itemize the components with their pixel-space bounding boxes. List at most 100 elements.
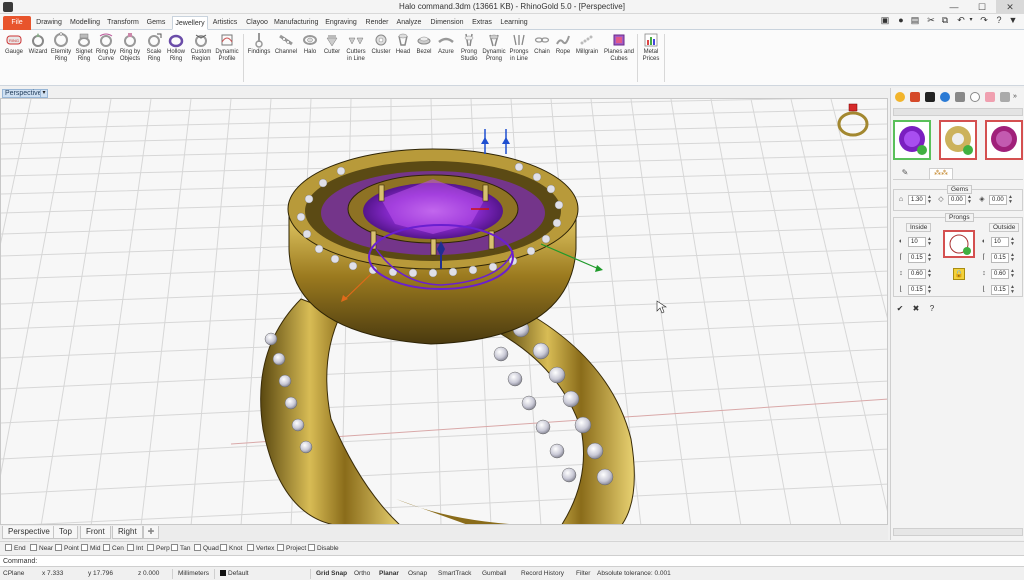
gem-offset-field[interactable]: 0.00 xyxy=(989,195,1007,205)
ring-by-curve-button[interactable]: Ring by Curve xyxy=(95,32,117,63)
osnap-quad[interactable]: Quad xyxy=(194,544,219,552)
outside-prong-count-field[interactable]: 10 xyxy=(991,237,1009,247)
osnap-toggle[interactable]: Osnap xyxy=(408,570,427,577)
gem-preset-thumbnail-3[interactable] xyxy=(985,120,1023,160)
smarttrack-toggle[interactable]: SmartTrack xyxy=(438,570,471,577)
tab-analyze[interactable]: Analyze xyxy=(394,16,424,30)
gem-height-spinner[interactable]: ▲ ▼ xyxy=(967,195,972,205)
cutter-button[interactable]: Cutter xyxy=(321,32,343,56)
tab-manufacturing[interactable]: Manufacturing xyxy=(274,16,318,30)
tab-jewellery[interactable]: Jewellery xyxy=(172,16,208,30)
panel-scrollbar[interactable] xyxy=(893,528,1023,536)
panel-icon[interactable] xyxy=(985,92,995,102)
tab-clayoo[interactable]: Clayoo xyxy=(243,16,271,30)
dynamic-prong-button[interactable]: Dynamic Prong xyxy=(481,32,507,63)
cancel-x-icon[interactable]: ✖ xyxy=(911,304,921,314)
tab-learning[interactable]: Learning xyxy=(497,16,531,30)
dynamic-profile-button[interactable]: Dynamic Profile xyxy=(214,32,240,63)
metal-prices-button[interactable]: Metal Prices xyxy=(640,32,662,63)
outside-depth-spinner[interactable]: ▲ ▼ xyxy=(1010,285,1015,295)
cluster-button[interactable]: Cluster xyxy=(369,32,393,56)
prong-preview[interactable] xyxy=(943,230,975,258)
filter-toggle[interactable]: Filter xyxy=(576,570,590,577)
tab-top[interactable]: Top xyxy=(53,526,78,539)
help-question-icon[interactable]: ? xyxy=(927,304,937,314)
tab-modelling[interactable]: Modelling xyxy=(67,16,103,30)
findings-button[interactable]: Findings xyxy=(246,32,272,56)
tab-perspective[interactable]: Perspective xyxy=(2,526,56,539)
gem-height-field[interactable]: 0.00 xyxy=(948,195,966,205)
microphone-icon[interactable]: ● xyxy=(896,15,906,25)
osnap-point[interactable]: Point xyxy=(55,544,79,552)
gem-size-spinner[interactable]: ▲ ▼ xyxy=(927,195,932,205)
undo-dropdown-icon[interactable]: ▾ xyxy=(966,15,976,25)
close-button[interactable]: ✕ xyxy=(996,0,1024,14)
osnap-cen[interactable]: Cen xyxy=(103,544,124,552)
copy-icon[interactable]: ⧉ xyxy=(940,15,950,25)
settings-panel-icon[interactable] xyxy=(1000,92,1010,102)
globe-icon[interactable] xyxy=(940,92,950,102)
tab-gems[interactable]: Gems xyxy=(143,16,169,30)
scale-ring-button[interactable]: Scale Ring xyxy=(143,32,165,63)
viewport-name-label[interactable]: Perspective xyxy=(2,89,45,98)
record-history-toggle[interactable]: Record History xyxy=(521,570,564,577)
grid-snap-toggle[interactable]: Grid Snap xyxy=(316,570,347,577)
signet-ring-button[interactable]: Signet Ring xyxy=(72,32,96,63)
tab-engraving[interactable]: Engraving xyxy=(322,16,360,30)
head-button[interactable]: Head xyxy=(393,32,413,56)
osnap-project[interactable]: Project xyxy=(277,544,306,552)
ortho-toggle[interactable]: Ortho xyxy=(354,570,370,577)
maximize-button[interactable]: ☐ xyxy=(968,0,996,14)
ok-check-icon[interactable]: ✔ xyxy=(895,304,905,314)
tab-render[interactable]: Render xyxy=(363,16,391,30)
help-circle-icon[interactable] xyxy=(970,92,980,102)
panel-more-icon[interactable]: » xyxy=(1013,92,1023,102)
prong-studio-button[interactable]: Prong Studio xyxy=(457,32,481,63)
chain-button[interactable]: Chain xyxy=(531,32,553,56)
layer-indicator[interactable]: Default xyxy=(220,570,249,577)
inside-prong-height-field[interactable]: 0.60 xyxy=(908,269,926,279)
undo-icon[interactable]: ↶ xyxy=(956,15,966,25)
osnap-vertex[interactable]: Vertex xyxy=(247,544,274,552)
gem-offset-spinner[interactable]: ▲ ▼ xyxy=(1008,195,1013,205)
gauge-button[interactable]: RING Gauge xyxy=(3,32,25,56)
minimize-button[interactable]: — xyxy=(940,0,968,14)
tab-artistics[interactable]: Artistics xyxy=(210,16,240,30)
render-icon[interactable] xyxy=(925,92,935,102)
wizard-button[interactable]: Wizard xyxy=(26,32,50,56)
inside-depth-spinner[interactable]: ▲ ▼ xyxy=(927,285,932,295)
osnap-near[interactable]: Near xyxy=(30,544,53,552)
cut-icon[interactable]: ✂ xyxy=(926,15,936,25)
gumball-toggle[interactable]: Gumball xyxy=(482,570,506,577)
tab-dimension[interactable]: Dimension xyxy=(427,16,467,30)
cplane-label[interactable]: CPlane xyxy=(3,570,24,577)
tab-file[interactable]: File xyxy=(3,16,31,30)
halo-button[interactable]: Halo xyxy=(299,32,321,56)
eternity-ring-button[interactable]: Eternity Ring xyxy=(49,32,73,63)
inside-prong-width-field[interactable]: 0.15 xyxy=(908,253,926,263)
planes-and-cubes-button[interactable]: Planes and Cubes xyxy=(603,32,635,63)
add-viewport-icon[interactable]: ✚ xyxy=(143,526,159,539)
tab-drawing[interactable]: Drawing xyxy=(34,16,64,30)
prongs-in-line-button[interactable]: Prongs in Line xyxy=(507,32,531,63)
azure-button[interactable]: Azure xyxy=(435,32,457,56)
image-icon[interactable]: ▣ xyxy=(880,15,890,25)
osnap-tan[interactable]: Tan xyxy=(171,544,190,552)
custom-region-button[interactable]: Custom Region xyxy=(188,32,214,63)
units-label[interactable]: Millimeters xyxy=(178,570,209,577)
osnap-disable[interactable]: Disable xyxy=(308,544,339,552)
cutters-in-line-button[interactable]: Cutters in Line xyxy=(343,32,369,63)
outside-count-spinner[interactable]: ▲ ▼ xyxy=(1010,237,1015,247)
color-wheel-icon[interactable] xyxy=(895,92,905,102)
gem-size-field[interactable]: 1.30 xyxy=(908,195,926,205)
layers-icon[interactable] xyxy=(955,92,965,102)
ring-by-objects-button[interactable]: Ring by Objects xyxy=(118,32,142,63)
osnap-perp[interactable]: Perp xyxy=(147,544,170,552)
outside-prong-height-field[interactable]: 0.60 xyxy=(991,269,1009,279)
pen-tab-icon[interactable]: ✎ xyxy=(897,168,913,179)
outside-height-spinner[interactable]: ▲ ▼ xyxy=(1010,269,1015,279)
osnap-int[interactable]: Int xyxy=(127,544,143,552)
tab-transform[interactable]: Transform xyxy=(106,16,140,30)
viewport-dropdown-icon[interactable]: ▾ xyxy=(40,89,48,98)
viewport-scene[interactable] xyxy=(1,99,888,525)
